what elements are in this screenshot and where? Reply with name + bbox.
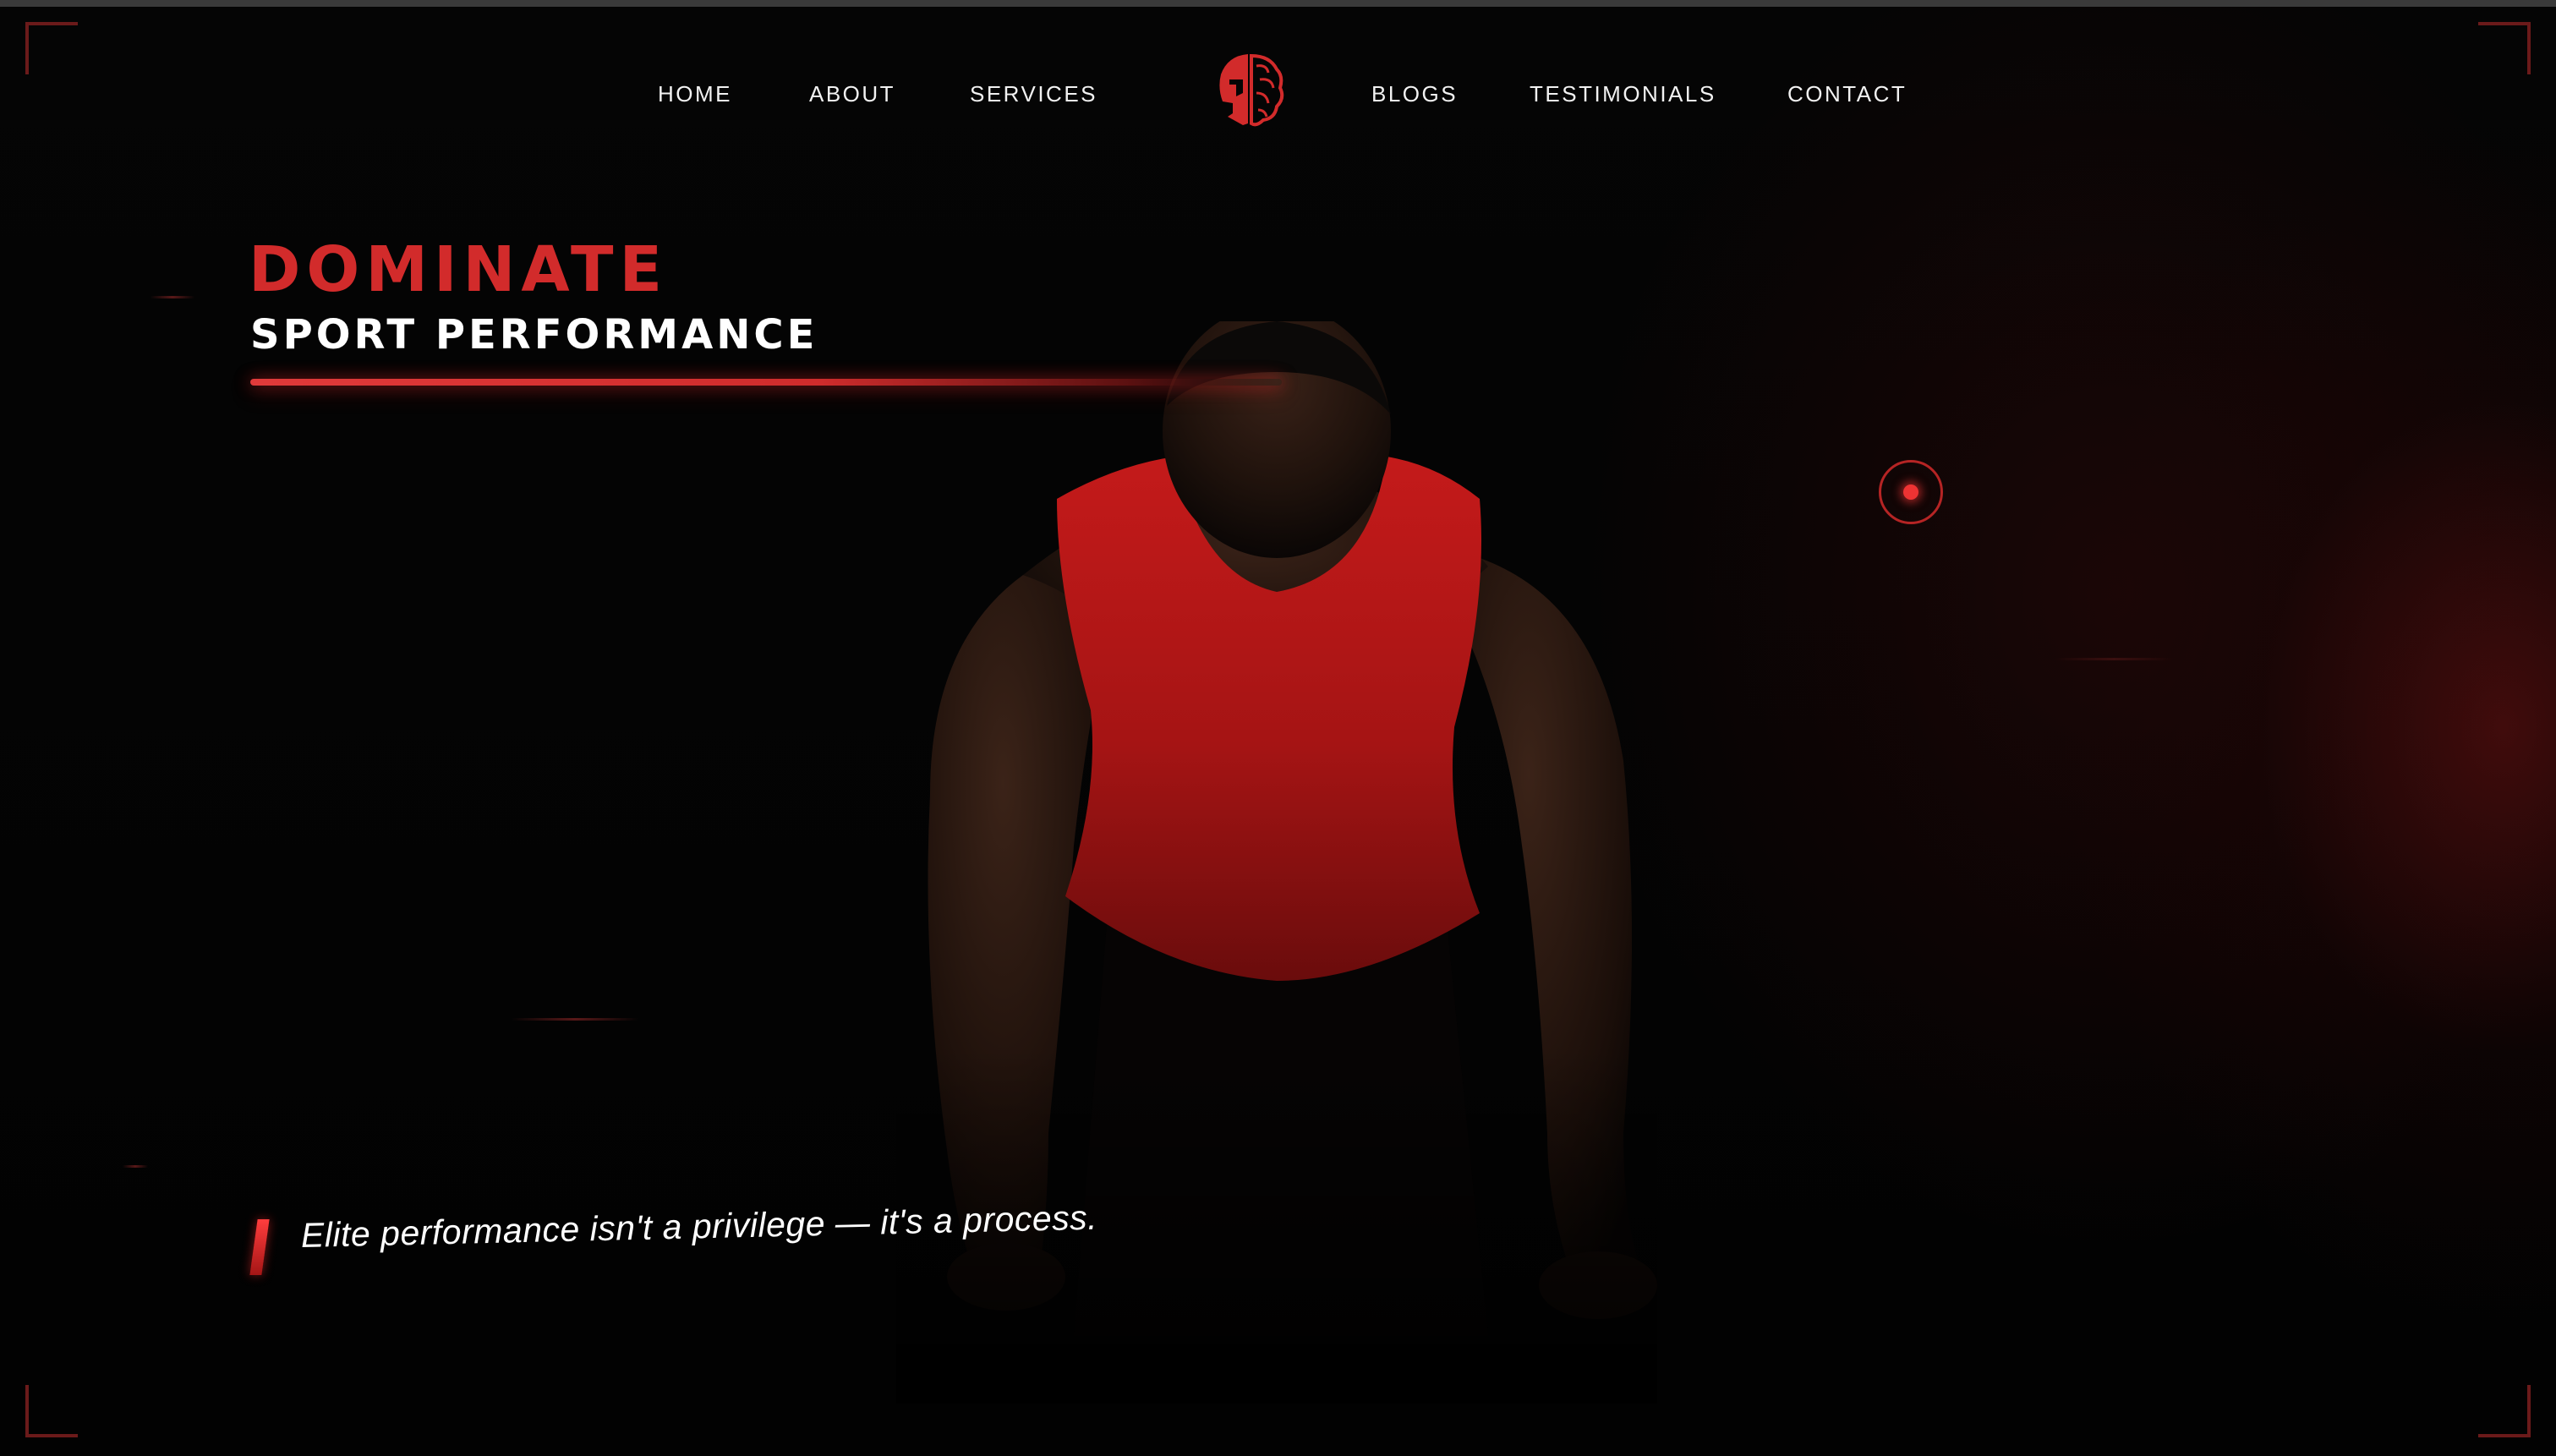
- decor-dash: [151, 296, 194, 298]
- decor-dash: [2055, 658, 2173, 660]
- hero-subheadline: SPORT PERFORMANCE: [250, 311, 818, 359]
- quote-accent-bar: [249, 1219, 270, 1275]
- hero-headline: DOMINATE: [249, 233, 668, 306]
- target-hotspot-icon[interactable]: [1879, 460, 1943, 524]
- frame-corner-bottom-left: [25, 1385, 78, 1437]
- nav-contact[interactable]: CONTACT: [1787, 81, 1907, 107]
- frame-corner-bottom-right: [2478, 1385, 2531, 1437]
- headline-underline: [250, 379, 1282, 386]
- nav-blogs[interactable]: BLOGS: [1371, 81, 1458, 107]
- hero-page: HOME ABOUT SERVICES BLOGS TESTIMONIALS C…: [0, 0, 2556, 1456]
- spartan-helmet-brain-icon[interactable]: [1214, 51, 1285, 129]
- decor-dash: [123, 1165, 148, 1168]
- window-top-strip: [0, 0, 2556, 7]
- nav-services[interactable]: SERVICES: [970, 81, 1097, 107]
- target-dot: [1903, 484, 1918, 500]
- nav-home[interactable]: HOME: [658, 81, 732, 107]
- athlete-image: [896, 321, 1657, 1404]
- nav-testimonials[interactable]: TESTIMONIALS: [1530, 81, 1716, 107]
- nav-about[interactable]: ABOUT: [809, 81, 895, 107]
- decor-dash: [512, 1018, 638, 1021]
- main-nav: HOME ABOUT SERVICES BLOGS TESTIMONIALS C…: [0, 51, 2556, 144]
